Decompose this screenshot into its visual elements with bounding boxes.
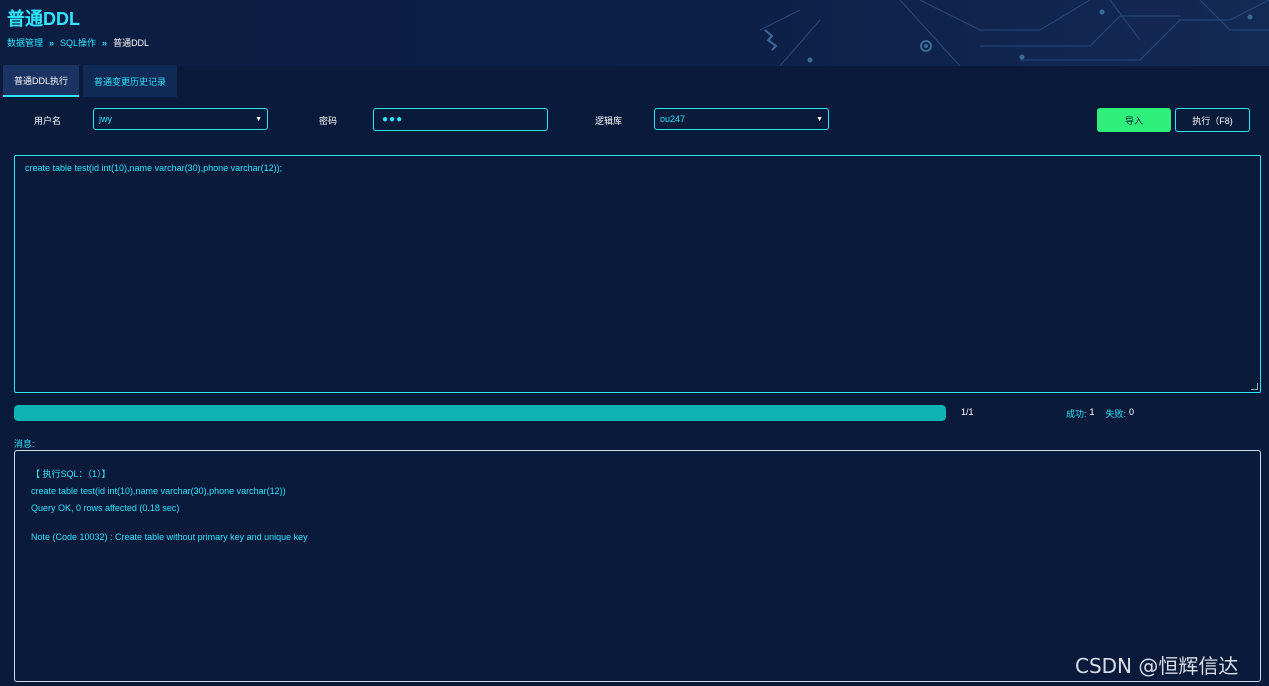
message-header: 【 执行SQL：（1）】: [31, 469, 111, 479]
watermark: CSDN @恒辉信达: [1075, 654, 1239, 678]
progress-bar: [14, 405, 946, 421]
progress-fill: [14, 405, 946, 421]
breadcrumb: 数据管理 » SQL操作 » 普通DDL: [7, 36, 149, 49]
success-label: 成功:: [1066, 409, 1087, 419]
tab-change-history[interactable]: 普通变更历史记录: [83, 65, 178, 97]
database-label: 逻辑库: [595, 116, 623, 126]
username-value: jwy: [99, 114, 112, 124]
breadcrumb-separator: »: [102, 37, 108, 48]
username-label: 用户名: [34, 116, 62, 126]
tab-bar: 普通DDL执行 普通变更历史记录: [3, 65, 178, 97]
password-value: ●●●: [382, 114, 404, 125]
tab-ddl-execute[interactable]: 普通DDL执行: [3, 65, 80, 97]
header-banner: [0, 0, 1269, 66]
username-select[interactable]: jwy ▼: [93, 108, 268, 130]
fail-count: 0: [1129, 407, 1135, 417]
message-result: Query OK, 0 rows affected (0.18 sec): [31, 503, 180, 513]
page-title: 普通DDL: [7, 9, 80, 29]
password-field[interactable]: ●●●: [373, 108, 548, 131]
breadcrumb-item-sql-ops[interactable]: SQL操作: [60, 36, 96, 49]
password-label: 密码: [319, 116, 338, 126]
sql-editor-content: create table test(id int(10),name varcha…: [25, 163, 283, 173]
database-select[interactable]: ou247 ▼: [654, 108, 829, 130]
chevron-down-icon: ▼: [816, 115, 823, 123]
fail-label: 失败:: [1105, 409, 1127, 419]
message-sql: create table test(id int(10),name varcha…: [31, 486, 286, 496]
message-note: Note (Code 10032) : Create table without…: [31, 532, 308, 542]
execute-button[interactable]: 执行（F8): [1175, 108, 1250, 132]
success-count: 1: [1089, 407, 1095, 417]
sql-editor[interactable]: create table test(id int(10),name varcha…: [14, 155, 1261, 393]
database-value: ou247: [660, 114, 686, 124]
breadcrumb-separator: »: [49, 37, 55, 48]
messages-label: 消息:: [14, 439, 35, 449]
progress-count: 1/1: [961, 407, 974, 417]
breadcrumb-item-data-mgmt[interactable]: 数据管理: [7, 36, 43, 49]
resize-handle-icon[interactable]: [1251, 383, 1258, 390]
messages-panel: 【 执行SQL：（1）】 create table test(id int(10…: [14, 450, 1261, 682]
circuit-decoration: [760, 0, 1269, 66]
execution-stats: 成功: 1 失败: 0: [1066, 407, 1142, 420]
chevron-down-icon: ▼: [255, 115, 262, 123]
breadcrumb-item-current: 普通DDL: [113, 38, 150, 48]
import-button[interactable]: 导入: [1097, 108, 1171, 132]
